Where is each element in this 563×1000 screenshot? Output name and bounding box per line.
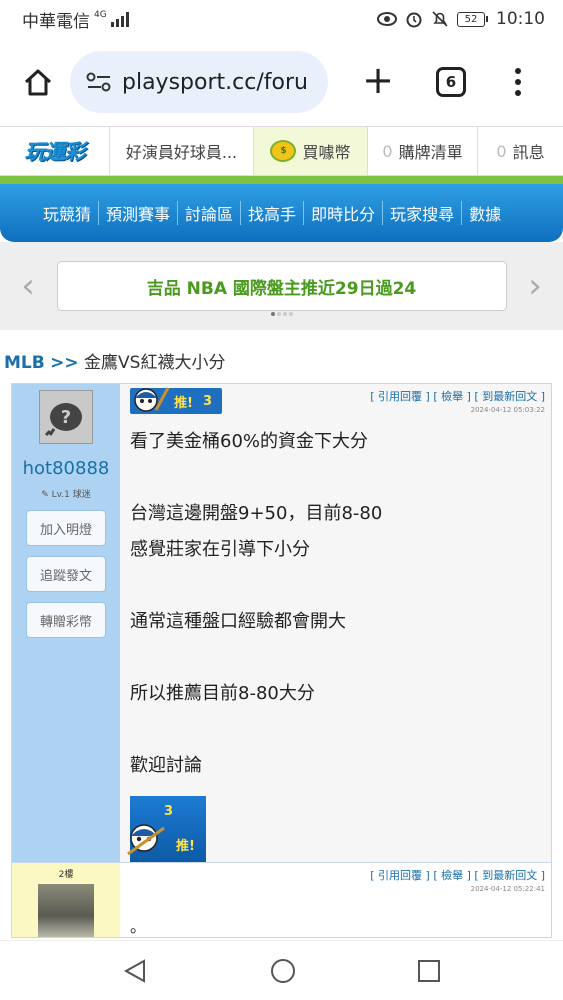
- cart-link[interactable]: 0 購牌清單: [368, 127, 478, 175]
- green-strip: [0, 176, 563, 184]
- nav-item-matches[interactable]: 預測賽事: [98, 201, 177, 225]
- author-panel: 2樓: [12, 863, 120, 937]
- system-nav-bar: [0, 940, 563, 1000]
- post-line: 歡迎討論: [130, 755, 202, 776]
- latest-reply-link[interactable]: [ 到最新回文 ]: [474, 869, 545, 882]
- author-level: ✎ Lv.1 球迷: [41, 490, 91, 500]
- post-body: 。: [130, 917, 147, 936]
- push-stamp: 3 推!: [127, 796, 206, 862]
- address-bar[interactable]: playsport.cc/foru: [70, 51, 328, 113]
- avatar[interactable]: [38, 884, 94, 937]
- site-header: 玩運彩 好演員好球員... $ 買噱幣 0 購牌清單 0 訊息: [0, 126, 563, 176]
- quote-reply-link[interactable]: [ 引用回覆 ]: [370, 869, 430, 882]
- username-link[interactable]: 好演員好球員...: [110, 127, 254, 175]
- carrier-label: 中華電信: [22, 11, 90, 32]
- post-line: 台灣這邊開盤9+50，目前8-80: [130, 503, 383, 524]
- home-circle-icon[interactable]: [270, 958, 296, 984]
- chevron-left-icon[interactable]: ‹: [16, 266, 40, 306]
- nav-item-forum[interactable]: 討論區: [177, 201, 240, 225]
- post-content: 推! 3 [ 引用回覆 ] [ 檢舉 ] [ 到最新回文 ] 2024-04-1…: [120, 384, 551, 862]
- push-stamp-count: 3: [164, 804, 174, 819]
- eye-icon: [377, 12, 397, 26]
- report-link[interactable]: [ 檢舉 ]: [433, 390, 471, 403]
- forum-post: ? hot80888 ✎ Lv.1 球迷 加入明燈 追蹤發文 轉贈彩幣 推! 3…: [11, 383, 552, 863]
- tab-switcher-button[interactable]: 6: [436, 67, 466, 97]
- alarm-icon: [406, 12, 422, 28]
- post-line: 通常這種盤口經驗都會開大: [130, 611, 346, 632]
- main-nav: 玩競猜 預測賽事 討論區 找高手 即時比分 玩家搜尋 數據: [0, 184, 563, 242]
- mascot-icon: [134, 387, 170, 412]
- follow-light-button[interactable]: 加入明燈: [26, 510, 106, 546]
- nav-item-livescore[interactable]: 即時比分: [303, 201, 382, 225]
- nav-item-experts[interactable]: 找高手: [240, 201, 303, 225]
- chevron-right-icon[interactable]: ›: [523, 266, 547, 306]
- home-button[interactable]: [16, 60, 60, 104]
- network-label: 4G: [94, 9, 107, 20]
- nav-item-data[interactable]: 數據: [461, 201, 508, 225]
- coin-icon: $: [270, 140, 297, 162]
- page-title: 金鷹VS紅襪大小分: [84, 353, 226, 373]
- breadcrumb-separator: >>: [50, 353, 79, 373]
- url-text: playsport.cc/foru: [122, 69, 308, 95]
- battery-icon: 52: [457, 11, 488, 27]
- push-count: 3: [202, 393, 212, 409]
- push-stamp-label: 推!: [176, 839, 195, 854]
- report-link[interactable]: [ 檢舉 ]: [433, 869, 471, 882]
- pencil-icon: ✎: [41, 490, 52, 500]
- nav-item-predict[interactable]: 玩競猜: [36, 201, 98, 225]
- forum-reply: 2樓 [ 引用回覆 ] [ 檢舉 ] [ 到最新回文 ] 2024-04-12 …: [11, 863, 552, 938]
- breadcrumb-section[interactable]: MLB: [4, 353, 45, 373]
- author-panel: ? hot80888 ✎ Lv.1 球迷 加入明燈 追蹤發文 轉贈彩幣: [12, 384, 120, 862]
- back-icon[interactable]: [122, 958, 148, 984]
- author-username[interactable]: hot80888: [23, 458, 110, 479]
- push-label: 推!: [174, 395, 193, 411]
- new-tab-button[interactable]: +: [356, 60, 400, 104]
- post-timestamp: 2024-04-12 05:22:41: [470, 885, 545, 893]
- post-line: 所以推薦目前8-80大分: [130, 683, 315, 704]
- push-badge[interactable]: 推! 3: [130, 387, 222, 414]
- mascot-icon: [127, 824, 165, 856]
- quote-reply-link[interactable]: [ 引用回覆 ]: [370, 390, 430, 403]
- marquee-area: ‹ 吉品 NBA 國際盤主推近29日過24 ›: [0, 242, 563, 330]
- buy-coins-button[interactable]: $ 買噱幣: [254, 127, 368, 175]
- latest-reply-link[interactable]: [ 到最新回文 ]: [474, 390, 545, 403]
- signal-icon: [110, 11, 129, 27]
- avatar[interactable]: ?: [39, 390, 93, 444]
- mute-bell-icon: [432, 11, 448, 27]
- browser-toolbar: playsport.cc/foru + 6: [0, 38, 563, 126]
- carousel-dots: [270, 312, 293, 316]
- post-content: [ 引用回覆 ] [ 檢舉 ] [ 到最新回文 ] 2024-04-12 05:…: [120, 863, 551, 937]
- floor-number: 2樓: [58, 870, 74, 880]
- site-settings-icon: [86, 72, 111, 92]
- status-bar: 中華電信 4G 52 10:10: [0, 0, 563, 38]
- breadcrumb: MLB >> 金鷹VS紅襪大小分: [0, 330, 563, 383]
- clock: 10:10: [496, 9, 545, 29]
- messages-link[interactable]: 0 訊息: [478, 127, 563, 175]
- post-line: 感覺莊家在引導下小分: [130, 539, 310, 560]
- nav-item-player-search[interactable]: 玩家搜尋: [382, 201, 461, 225]
- home-icon: [24, 69, 52, 96]
- post-line: 看了美金桶60%的資金下大分: [130, 431, 369, 452]
- site-logo[interactable]: 玩運彩: [0, 127, 110, 175]
- post-body: 看了美金桶60%的資金下大分 台灣這邊開盤9+50，目前8-80 感覺莊家在引導…: [130, 424, 545, 784]
- post-timestamp: 2024-04-12 05:03:22: [470, 406, 545, 414]
- marquee-banner[interactable]: 吉品 NBA 國際盤主推近29日過24: [56, 261, 507, 311]
- more-menu-button[interactable]: [506, 68, 530, 96]
- svg-text:?: ?: [61, 407, 71, 428]
- track-posts-button[interactable]: 追蹤發文: [26, 556, 106, 592]
- default-avatar-icon: ?: [44, 403, 82, 437]
- gift-coins-button[interactable]: 轉贈彩幣: [26, 602, 106, 638]
- recents-icon[interactable]: [417, 959, 441, 983]
